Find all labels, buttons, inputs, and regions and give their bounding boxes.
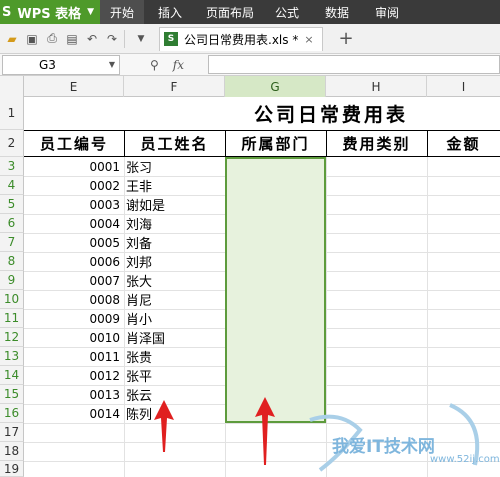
red-arrow-pointer-icon [255, 397, 275, 465]
row-header-16[interactable]: 16 [0, 404, 24, 423]
employee-id-cell[interactable]: 0012 [24, 366, 124, 385]
employee-id-cell[interactable]: 0005 [24, 233, 124, 252]
customize-dropdown-icon[interactable]: ▼ [133, 31, 149, 47]
formula-bar: G3 ▼ ⚲ fx [0, 54, 500, 76]
undo-icon[interactable]: ↶ [84, 31, 100, 47]
save-icon[interactable]: ▣ [24, 31, 40, 47]
column-header-f[interactable]: F [124, 76, 225, 97]
app-name: WPS 表格 [17, 6, 82, 22]
wps-app-menu-button[interactable]: S WPS 表格 ▼ [0, 0, 100, 24]
row-header-12[interactable]: 12 [0, 328, 24, 347]
zoom-search-icon[interactable]: ⚲ [150, 58, 159, 72]
row-header-10[interactable]: 10 [0, 290, 24, 309]
employee-name-cell[interactable]: 肖小 [124, 309, 216, 328]
employee-id-cell[interactable]: 0007 [24, 271, 124, 290]
row-header-3[interactable]: 3 [0, 157, 24, 176]
watermark-text: 我爱IT技术网 [332, 437, 435, 457]
employee-name-cell[interactable]: 王非 [124, 176, 216, 195]
row-header-4[interactable]: 4 [0, 176, 24, 195]
row-header-5[interactable]: 5 [0, 195, 24, 214]
row-header-8[interactable]: 8 [0, 252, 24, 271]
row-header-17[interactable]: 17 [0, 423, 24, 442]
employee-id-cell[interactable]: 0004 [24, 214, 124, 233]
print-icon[interactable]: ⎙ [44, 31, 60, 47]
employee-id-cell[interactable]: 0011 [24, 347, 124, 366]
fx-function-icon[interactable]: fx [173, 58, 184, 72]
document-tab[interactable]: S 公司日常费用表.xls * × [159, 26, 323, 51]
formula-input[interactable] [208, 55, 500, 74]
site-watermark: 我爱IT技术网 www.52ij.com [300, 400, 500, 477]
sheet-title[interactable]: 公司日常费用表 [216, 97, 446, 130]
employee-name-cell[interactable]: 张贵 [124, 347, 216, 366]
row-header-11[interactable]: 11 [0, 309, 24, 328]
row-header-6[interactable]: 6 [0, 214, 24, 233]
employee-id-cell[interactable]: 0003 [24, 195, 124, 214]
menu-bar: S WPS 表格 ▼ 开始 插入 页面布局 公式 数据 审阅 [0, 0, 500, 24]
employee-name-cell[interactable]: 张习 [124, 157, 216, 176]
row-header-7[interactable]: 7 [0, 233, 24, 252]
employee-name-cell[interactable]: 谢如是 [124, 195, 216, 214]
menu-data[interactable]: 数据 [310, 0, 364, 24]
wps-logo-icon: S [2, 4, 12, 20]
cell-reference: G3 [39, 57, 56, 72]
employee-id-cell[interactable]: 0008 [24, 290, 124, 309]
open-folder-icon[interactable]: ▰ [4, 31, 20, 47]
employee-id-cell[interactable]: 0010 [24, 328, 124, 347]
column-header-i[interactable]: I [427, 76, 500, 97]
chevron-down-icon[interactable]: ▼ [109, 60, 115, 69]
row-header-2[interactable]: 2 [0, 130, 24, 157]
employee-id-cell[interactable]: 0001 [24, 157, 124, 176]
name-box[interactable]: G3 ▼ [2, 54, 120, 75]
column-header-h[interactable]: H [326, 76, 427, 97]
employee-name-cell[interactable]: 张平 [124, 366, 216, 385]
header-employee-id[interactable]: 员工编号 [24, 130, 124, 157]
column-header-g[interactable]: G [225, 76, 326, 97]
header-employee-name[interactable]: 员工姓名 [124, 130, 225, 157]
menu-formulas[interactable]: 公式 [264, 0, 310, 24]
menu-review[interactable]: 审阅 [364, 0, 410, 24]
employee-name-cell[interactable]: 张大 [124, 271, 216, 290]
employee-id-cell[interactable]: 0006 [24, 252, 124, 271]
employee-name-cell[interactable]: 肖尼 [124, 290, 216, 309]
document-tab-label: 公司日常费用表.xls * [184, 32, 299, 47]
toolbar-divider [124, 29, 125, 48]
red-arrow-pointer-icon [154, 400, 174, 452]
menu-home[interactable]: 开始 [100, 0, 144, 24]
caret-down-icon: ▼ [87, 7, 95, 17]
employee-id-cell[interactable]: 0014 [24, 404, 124, 423]
menu-insert[interactable]: 插入 [144, 0, 196, 24]
select-all-corner[interactable] [0, 76, 24, 97]
header-expense-category[interactable]: 费用类别 [326, 130, 427, 157]
employee-id-cell[interactable]: 0002 [24, 176, 124, 195]
employee-id-cell[interactable]: 0009 [24, 309, 124, 328]
menu-page-layout[interactable]: 页面布局 [196, 0, 264, 24]
row-header-13[interactable]: 13 [0, 347, 24, 366]
column-header-e[interactable]: E [24, 76, 124, 97]
close-tab-icon[interactable]: × [304, 33, 313, 46]
quick-access-toolbar: ▰ ▣ ⎙ ▤ ↶ ↷ ▼ S 公司日常费用表.xls * × + [0, 24, 500, 54]
row-header-9[interactable]: 9 [0, 271, 24, 290]
header-department[interactable]: 所属部门 [225, 130, 326, 157]
selected-range-g3-g16[interactable] [225, 157, 326, 423]
employee-name-cell[interactable]: 刘邦 [124, 252, 216, 271]
row-header-19[interactable]: 19 [0, 461, 24, 477]
employee-name-cell[interactable]: 刘备 [124, 233, 216, 252]
employee-name-cell[interactable]: 刘海 [124, 214, 216, 233]
redo-icon[interactable]: ↷ [104, 31, 120, 47]
new-tab-plus-icon[interactable]: + [339, 28, 354, 49]
row-header-14[interactable]: 14 [0, 366, 24, 385]
watermark-url: www.52ij.com [430, 454, 500, 465]
xls-file-icon: S [164, 32, 178, 46]
row-header-1[interactable]: 1 [0, 97, 24, 130]
row-header-15[interactable]: 15 [0, 385, 24, 404]
print-preview-icon[interactable]: ▤ [64, 31, 80, 47]
employee-id-cell[interactable]: 0013 [24, 385, 124, 404]
employee-name-cell[interactable]: 肖泽国 [124, 328, 216, 347]
header-amount[interactable]: 金额 [427, 130, 500, 157]
row-header-18[interactable]: 18 [0, 442, 24, 461]
